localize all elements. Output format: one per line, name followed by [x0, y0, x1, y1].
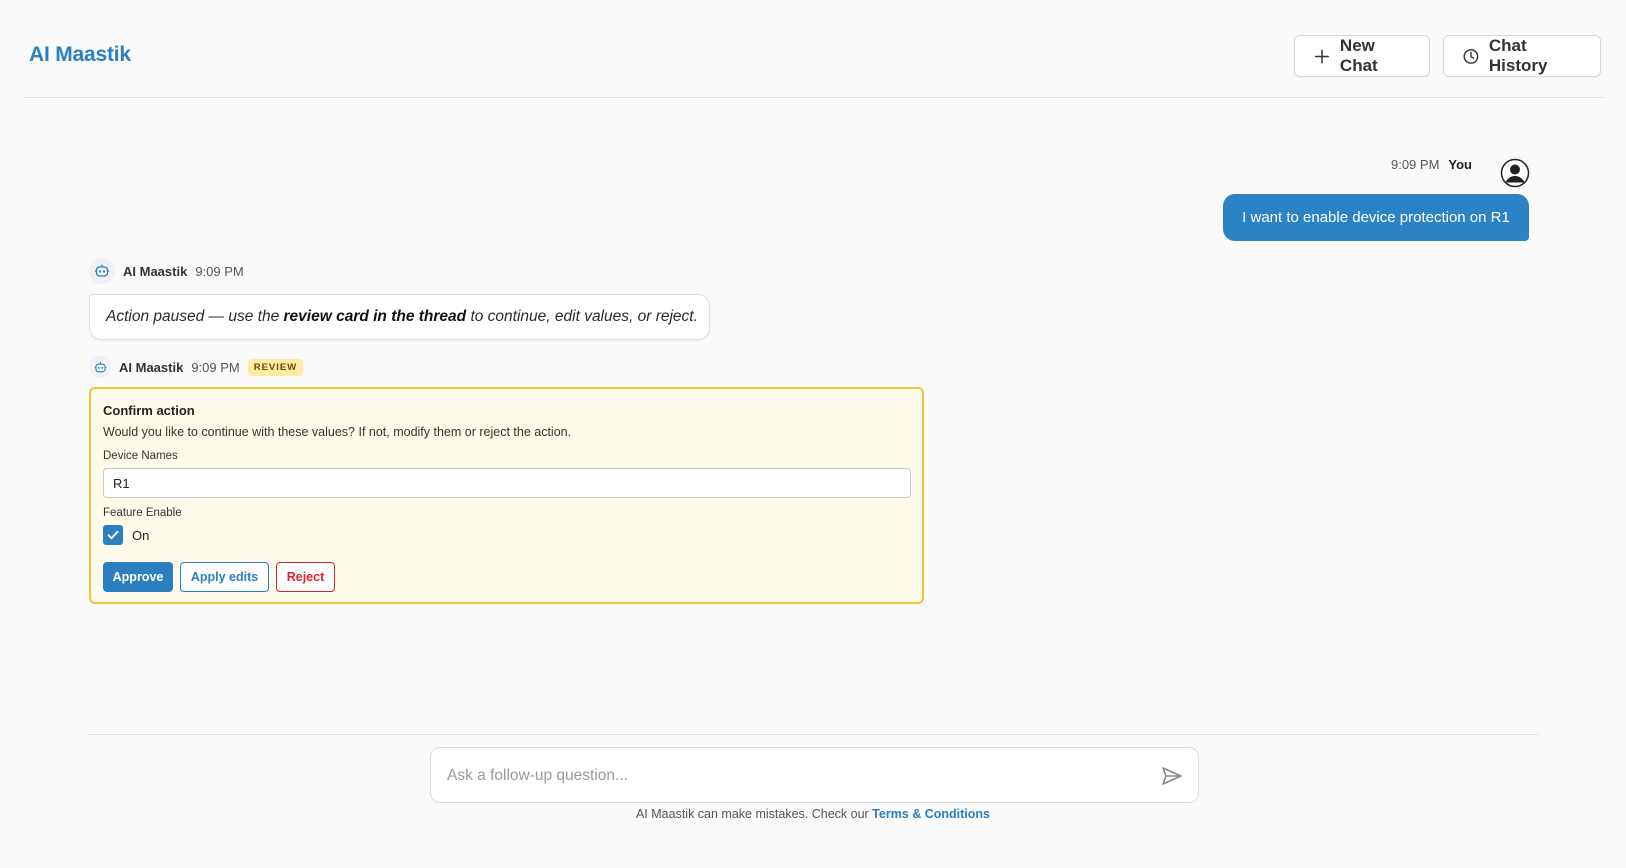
feature-enable-checkbox[interactable] [103, 525, 123, 545]
user-message-time: 9:09 PM [1390, 157, 1440, 172]
send-icon[interactable] [1160, 764, 1184, 788]
chat-history-label: Chat History [1488, 36, 1548, 75]
disclaimer-text: AI Maastik can make mistakes. Check our [635, 807, 873, 821]
plus-icon [1314, 48, 1329, 64]
ai-author: AI Maastik [119, 359, 184, 375]
ai-message-text: Action paused — use the review card in t… [106, 308, 698, 325]
brand-logo[interactable]: AI Maastik [29, 43, 131, 67]
user-message-meta: 9:09 PM You [1391, 157, 1472, 172]
feature-enable-option-label: On [132, 528, 150, 543]
chat-history-button[interactable]: Chat History [1443, 35, 1601, 77]
checkmark-icon [107, 530, 119, 540]
review-card-title: Confirm action [103, 403, 195, 418]
user-message-bubble: I want to enable device protection on R1 [1223, 194, 1529, 241]
ai-message-bubble: Action paused — use the review card in t… [89, 294, 710, 340]
clock-icon [1463, 48, 1479, 64]
composer-divider [89, 734, 1539, 735]
reject-button[interactable]: Reject [276, 562, 335, 592]
ai-message-time: 9:09 PM [195, 263, 244, 279]
new-chat-button[interactable]: New Chat [1294, 35, 1430, 77]
approve-button[interactable]: Approve [103, 562, 173, 592]
disclaimer: AI Maastik can make mistakes. Check our … [0, 807, 1626, 821]
robot-icon [89, 258, 115, 284]
ai-message-meta: AI Maastik 9:09 PM [89, 258, 244, 284]
review-message-time: 9:09 PM [191, 359, 240, 375]
device-names-input[interactable] [103, 468, 911, 498]
robot-icon [89, 356, 111, 378]
feature-enable-label: Feature Enable [103, 507, 182, 519]
review-card-description: Would you like to continue with these va… [103, 425, 572, 439]
apply-edits-button[interactable]: Apply edits [180, 562, 269, 592]
user-message-author: You [1448, 157, 1472, 172]
device-names-label: Device Names [103, 450, 178, 462]
follow-up-input[interactable] [447, 763, 1137, 789]
terms-link[interactable]: Terms & Conditions [872, 807, 990, 821]
review-message-meta: AI Maastik 9:09 PM REVIEW [89, 356, 304, 378]
app-header: AI Maastik New Chat Chat History [25, 0, 1605, 98]
review-badge: REVIEW [247, 358, 304, 376]
review-card: Confirm action Would you like to continu… [89, 387, 924, 604]
ai-author: AI Maastik [123, 263, 188, 279]
composer [430, 747, 1199, 803]
user-avatar-icon [1500, 158, 1530, 188]
new-chat-label: New Chat [1339, 36, 1378, 75]
